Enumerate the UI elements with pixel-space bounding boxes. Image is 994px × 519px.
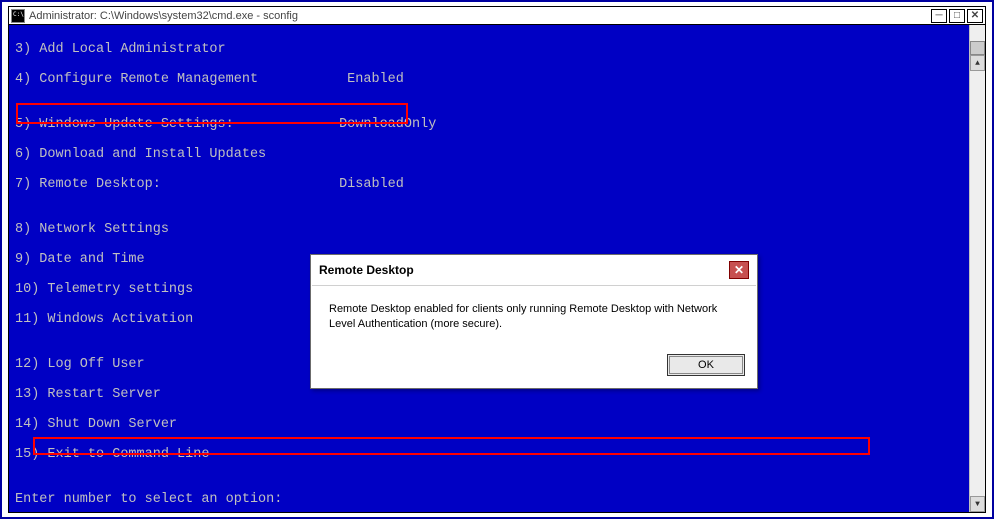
menu-item-14: 14) Shut Down Server (15, 417, 979, 432)
scroll-thumb[interactable] (970, 41, 985, 55)
window-controls: ─ □ ✕ (931, 9, 983, 23)
scroll-up-button[interactable]: ▲ (970, 55, 985, 71)
menu-item-8: 8) Network Settings (15, 222, 979, 237)
window-title: Administrator: C:\Windows\system32\cmd.e… (29, 10, 931, 22)
menu-item-3: 3) Add Local Administrator (15, 42, 979, 57)
dialog-ok-button[interactable]: OK (667, 354, 745, 376)
maximize-button[interactable]: □ (949, 9, 965, 23)
menu-item-7: 7) Remote Desktop: Disabled (15, 177, 979, 192)
scroll-down-button[interactable]: ▼ (970, 496, 985, 512)
menu-item-13: 13) Restart Server (15, 387, 979, 402)
menu-item-4: 4) Configure Remote Management Enabled (15, 72, 979, 87)
dialog-close-button[interactable]: ✕ (729, 261, 749, 279)
dialog-title-bar: Remote Desktop ✕ (311, 255, 757, 285)
window-frame: Administrator: C:\Windows\system32\cmd.e… (0, 0, 994, 519)
prompt-select-option: Enter number to select an option: (15, 492, 979, 507)
close-button[interactable]: ✕ (967, 9, 983, 23)
scrollbar[interactable]: ▲ ▼ (969, 25, 985, 512)
cmd-icon (11, 9, 25, 23)
menu-item-6: 6) Download and Install Updates (15, 147, 979, 162)
title-bar: Administrator: C:\Windows\system32\cmd.e… (9, 7, 985, 25)
menu-item-5: 5) Windows Update Settings: DownloadOnly (15, 117, 979, 132)
remote-desktop-dialog: Remote Desktop ✕ Remote Desktop enabled … (310, 254, 758, 389)
dialog-message: Remote Desktop enabled for clients only … (311, 286, 757, 346)
minimize-button[interactable]: ─ (931, 9, 947, 23)
dialog-title-text: Remote Desktop (319, 263, 414, 277)
dialog-footer: OK (311, 346, 757, 388)
menu-item-15: 15) Exit to Command Line (15, 447, 979, 462)
